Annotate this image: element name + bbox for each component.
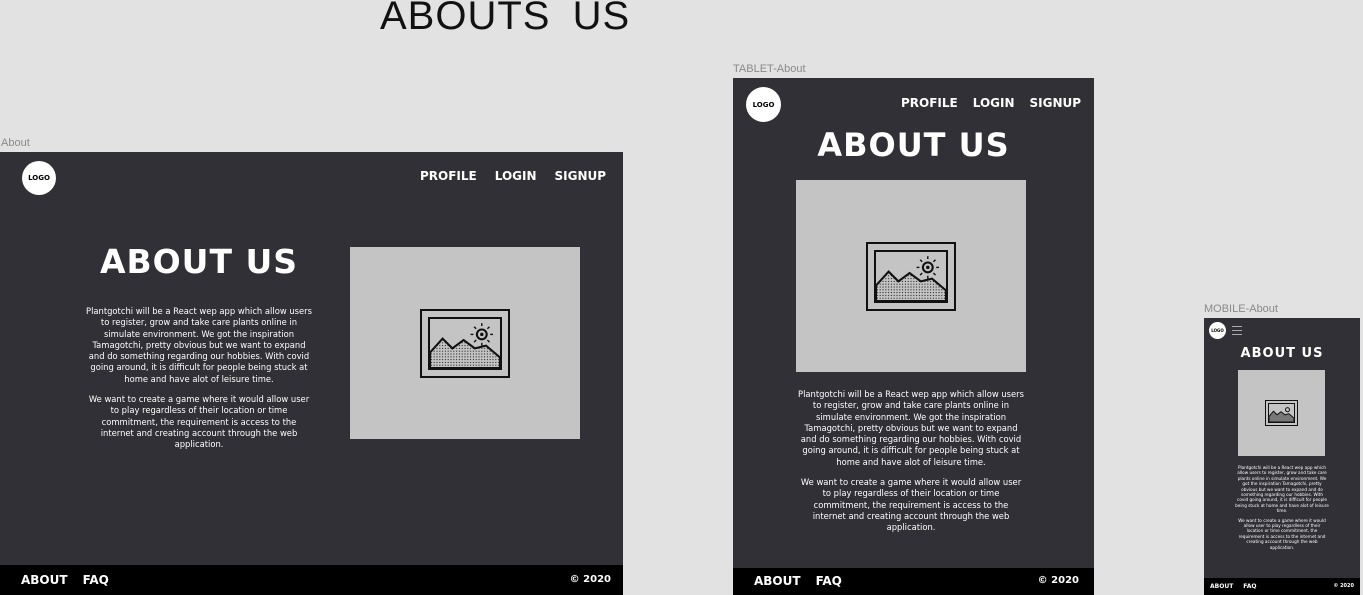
hamburger-menu-icon[interactable] [1232,326,1242,338]
about-paragraph-2: We want to create a game where it would … [1238,517,1326,550]
mobile-frame: LOGO ABOUT US Plantgotchi will be a Reac… [1204,318,1360,595]
logo[interactable]: LOGO [1209,322,1226,339]
footer-faq-link[interactable]: FAQ [83,573,109,587]
page-title: ABOUT US [1240,346,1324,361]
copyright: © 2020 [1333,583,1354,589]
page-title: ABOUT US [99,242,299,281]
nav-login-link[interactable]: LOGIN [495,169,537,183]
copyright: © 2020 [569,574,611,585]
logo[interactable]: LOGO [22,161,56,195]
about-text: Plantgotchi will be a React wep app whic… [1235,465,1329,550]
nav-signup-link[interactable]: SIGNUP [1030,96,1082,110]
desktop-frame: LOGO PROFILE LOGIN SIGNUP ABOUT US Plant… [0,152,623,595]
footer-about-link[interactable]: ABOUT [754,574,801,588]
image-icon [866,242,956,311]
nav-login-link[interactable]: LOGIN [973,96,1015,110]
copyright: © 2020 [1037,575,1079,586]
desktop-frame-label: About [1,137,30,149]
footer-faq-link[interactable]: FAQ [816,574,842,588]
about-text: Plantgotchi will be a React wep app whic… [84,306,314,451]
tablet-frame-label: TABLET-About [733,63,806,75]
footer: ABOUT FAQ © 2020 [0,565,623,595]
footer-links: ABOUT FAQ [21,573,109,587]
page-title: ABOUT US [817,126,1010,164]
image-icon [420,309,510,378]
tablet-frame: LOGO PROFILE LOGIN SIGNUP ABOUT US Plant… [733,78,1094,595]
image-placeholder [1238,370,1325,456]
footer-faq-link[interactable]: FAQ [1243,583,1256,590]
top-nav: PROFILE LOGIN SIGNUP [901,96,1081,110]
footer-about-link[interactable]: ABOUT [21,573,68,587]
footer-links: ABOUT FAQ [1210,583,1256,590]
mobile-frame-label: MOBILE-About [1204,303,1278,315]
footer-about-link[interactable]: ABOUT [1210,583,1233,590]
logo[interactable]: LOGO [746,87,781,122]
image-icon [1265,400,1298,426]
about-paragraph-2: We want to create a game where it would … [88,394,310,450]
about-paragraph-1: Plantgotchi will be a React wep app whic… [1235,465,1329,514]
footer: ABOUT FAQ © 2020 [733,568,1094,595]
nav-profile-link[interactable]: PROFILE [420,169,477,183]
canvas-title: ABOUTS US [380,0,631,38]
about-text: Plantgotchi will be a React wep app whic… [796,389,1026,534]
nav-signup-link[interactable]: SIGNUP [555,169,607,183]
footer: ABOUT FAQ © 2020 [1204,578,1360,595]
footer-links: ABOUT FAQ [754,574,842,588]
image-placeholder [350,247,580,439]
about-paragraph-1: Plantgotchi will be a React wep app whic… [798,389,1024,467]
image-placeholder [796,180,1026,372]
about-paragraph-1: Plantgotchi will be a React wep app whic… [86,306,312,384]
nav-profile-link[interactable]: PROFILE [901,96,958,110]
top-nav: PROFILE LOGIN SIGNUP [420,169,606,183]
about-paragraph-2: We want to create a game where it would … [800,477,1022,533]
